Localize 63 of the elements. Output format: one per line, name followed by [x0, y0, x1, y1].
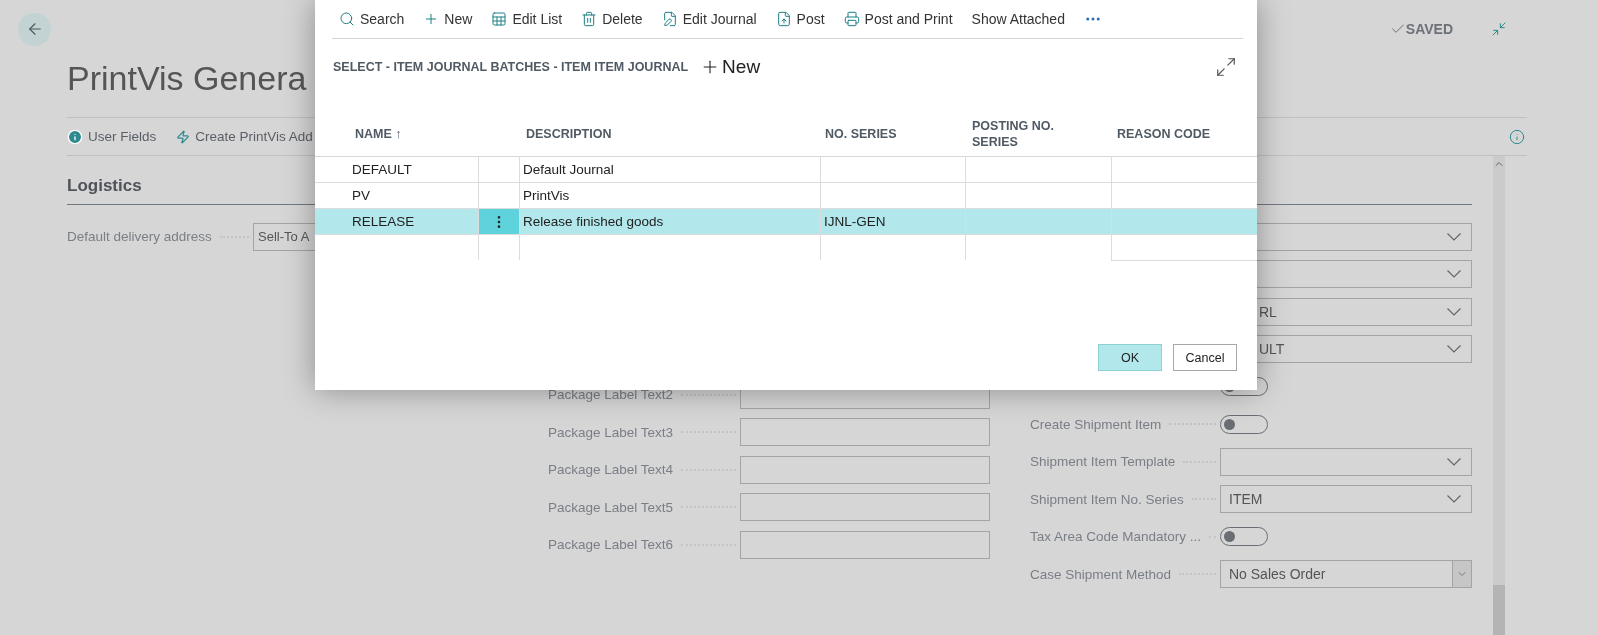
field-label: Shipment Item Template: [1030, 454, 1176, 470]
table-cell[interactable]: PV: [315, 183, 478, 209]
new-button[interactable]: New: [700, 56, 761, 78]
chevron-down-icon: [1447, 457, 1461, 466]
field-label: Package Label Text5: [548, 499, 674, 515]
cancel-button[interactable]: Cancel: [1173, 344, 1237, 371]
table-cell[interactable]: DEFAULT: [315, 157, 478, 183]
collapse-icon[interactable]: [1491, 21, 1507, 37]
ok-button[interactable]: OK: [1098, 344, 1162, 371]
search-icon: [339, 11, 355, 27]
field-label: Default delivery address: [67, 229, 212, 245]
toolbar-button[interactable]: Search: [339, 11, 405, 27]
text-field[interactable]: [740, 493, 990, 522]
select-field[interactable]: No Sales Order: [1220, 560, 1472, 589]
scrollbar[interactable]: [1493, 156, 1505, 635]
toolbar-button[interactable]: Delete: [581, 11, 643, 27]
field-label: Package Label Text4: [548, 462, 674, 478]
lightning-icon: [176, 129, 191, 144]
text-field[interactable]: [740, 530, 990, 559]
table-cell: PrintVis: [519, 183, 820, 209]
page-title: PrintVis Genera: [67, 58, 307, 99]
dropdown-field[interactable]: ITEM: [1220, 485, 1472, 514]
toolbar-button[interactable]: New: [423, 11, 473, 27]
toolbar-button[interactable]: Edit List: [491, 11, 563, 27]
saved-status: SAVED: [1405, 21, 1453, 37]
toolbar-button[interactable]: Post and Print: [843, 11, 953, 27]
trash-icon: [581, 11, 598, 27]
chevron-down-icon: [1447, 307, 1461, 316]
scrollbar-thumb[interactable]: [1493, 585, 1505, 635]
info-icon[interactable]: [1509, 128, 1525, 145]
field-label: Package Label Text3: [548, 424, 674, 440]
field-label: Package Label Text6: [548, 537, 674, 553]
dialog-title: SELECT - ITEM JOURNAL BATCHES - ITEM ITEM JOURNAL: [333, 60, 689, 74]
toolbar-button[interactable]: Edit Journal: [661, 11, 757, 27]
field-label: Tax Area Code Mandatory ...: [1030, 529, 1202, 545]
chevron-down-icon: [1447, 345, 1461, 354]
table-cell: Default Journal: [519, 157, 820, 183]
action-link[interactable]: Create PrintVis Add: [176, 129, 313, 144]
table-cell: IJNL-GEN: [820, 209, 965, 235]
field-label: Package Label Text2: [548, 387, 674, 403]
toolbar-button[interactable]: Show Attached: [971, 11, 1065, 27]
document-edit-icon: [661, 11, 678, 27]
chevron-down-icon: [1447, 495, 1461, 504]
field-label: Create Shipment Item: [1030, 416, 1162, 432]
text-field[interactable]: [740, 455, 990, 484]
field-label: Shipment Item No. Series: [1030, 491, 1184, 507]
printer-icon: [843, 11, 860, 27]
chevron-down-icon: [1447, 270, 1461, 279]
chevron-down-icon: [1447, 232, 1461, 241]
table-cell: Release finished goods: [519, 209, 820, 235]
table-cell: [478, 157, 519, 183]
dropdown-button[interactable]: [1452, 561, 1471, 588]
text-field[interactable]: [740, 418, 990, 447]
table-cell[interactable]: RELEASE: [315, 209, 478, 235]
toolbar-button[interactable]: Post: [775, 11, 825, 27]
expand-icon[interactable]: [1215, 56, 1237, 78]
document-icon: [775, 11, 792, 27]
info-icon: [67, 128, 83, 145]
dropdown-field[interactable]: [1220, 447, 1472, 476]
back-button[interactable]: [18, 12, 51, 46]
action-link[interactable]: User Fields: [67, 128, 157, 145]
field-label: Case Shipment Method: [1030, 566, 1172, 582]
table-edit-icon: [491, 11, 508, 27]
